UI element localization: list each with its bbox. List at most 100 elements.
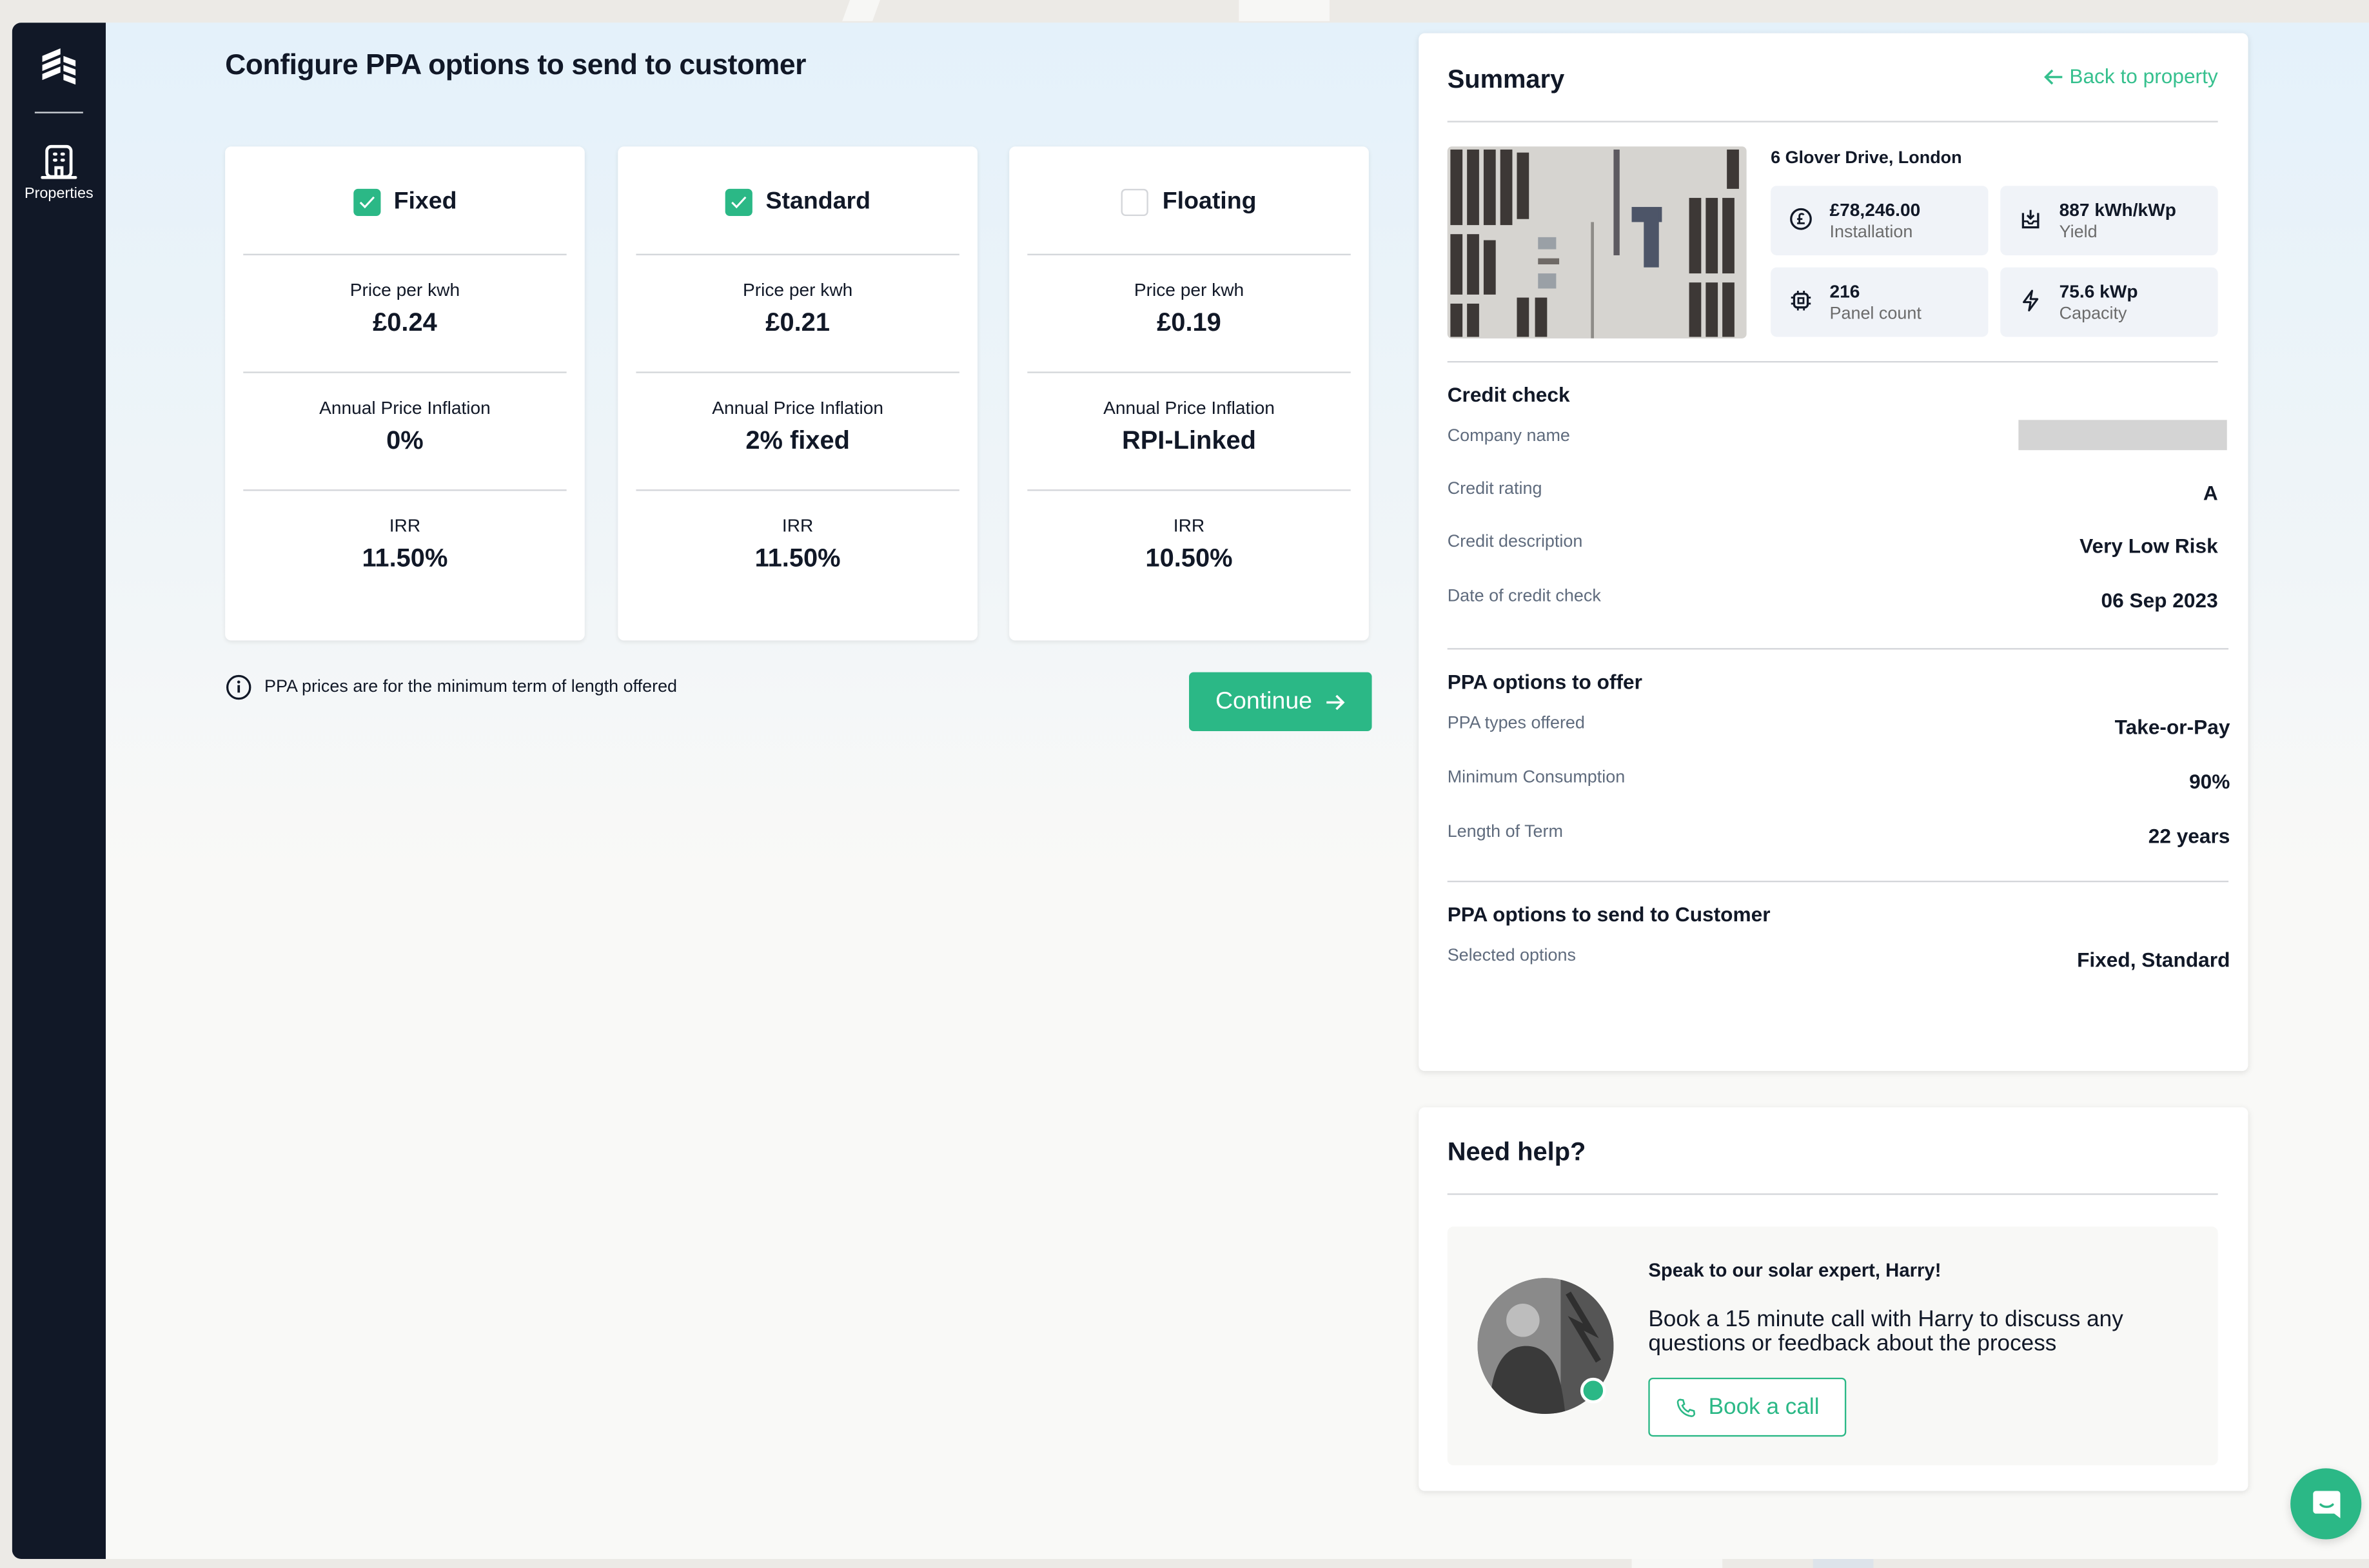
info-note-text: PPA prices are for the minimum term of l… — [264, 678, 678, 697]
irr-value: 11.50% — [362, 544, 448, 573]
company-name-label: Company name — [1447, 427, 1570, 446]
back-to-property-link[interactable]: Back to property — [2042, 64, 2218, 88]
option-card-floating: Floating Price per kwh £0.19 Annual Price… — [1009, 146, 1369, 641]
checkmark-icon — [731, 195, 747, 208]
stat-value: 75.6 kWp — [2059, 280, 2138, 302]
irr-label: IRR — [781, 514, 814, 536]
yield-download-icon — [2021, 210, 2040, 229]
company-logo-icon[interactable] — [39, 45, 79, 85]
option-name: Standard — [765, 188, 871, 214]
price-value: £0.19 — [1157, 308, 1221, 337]
property-aerial-image — [1447, 146, 1747, 338]
arrow-right-icon — [1326, 694, 1344, 710]
book-call-label: Book a call — [1708, 1394, 1820, 1420]
min-consumption-value: 90% — [2189, 770, 2230, 794]
stat-capacity: 75.6 kWp Capacity — [2000, 267, 2218, 337]
irr-label: IRR — [389, 514, 421, 536]
stat-label: Installation — [1829, 223, 1913, 242]
option-card-standard: Standard Price per kwh £0.21 Annual Price… — [618, 146, 978, 641]
price-label: Price per kwh — [1134, 279, 1244, 301]
option-card-fixed: Fixed Price per kwh £0.24 Annual Price In… — [225, 146, 585, 641]
help-body: Book a 15 minute call with Harry to disc… — [1648, 1306, 2123, 1357]
help-heading: Speak to our solar expert, Harry! — [1648, 1260, 1941, 1281]
chip-icon — [1791, 291, 1811, 311]
continue-label: Continue — [1215, 688, 1313, 714]
credit-date-label: Date of credit check — [1447, 587, 1601, 606]
info-note: PPA prices are for the minimum term of l… — [225, 674, 677, 701]
standard-checkbox[interactable] — [725, 188, 752, 215]
phone-icon — [1676, 1398, 1695, 1416]
divider — [1447, 880, 2229, 883]
info-icon — [226, 674, 251, 700]
help-panel: Need help? Speak to our solar expert, Ha… — [1419, 1107, 2248, 1491]
stat-installation: £78,246.00 Installation — [1771, 186, 1989, 255]
credit-rating-label: Credit rating — [1447, 480, 1542, 499]
divider — [1447, 121, 2218, 122]
irr-value: 11.50% — [754, 544, 841, 573]
ppa-types-label: PPA types offered — [1447, 714, 1585, 733]
inflation-label: Annual Price Inflation — [319, 397, 491, 419]
divider — [1447, 360, 2218, 363]
inflation-value: 0% — [386, 426, 424, 455]
stat-value: £78,246.00 — [1829, 199, 1921, 221]
price-label: Price per kwh — [742, 279, 853, 301]
inflation-value: 2% fixed — [745, 426, 850, 455]
stat-label: Yield — [2059, 223, 2098, 242]
sidebar: Properties — [12, 23, 106, 1559]
divider — [1447, 1193, 2218, 1195]
sidebar-item-label: Properties — [24, 186, 93, 202]
pound-icon — [1790, 208, 1812, 230]
option-name: Fixed — [393, 188, 457, 214]
chat-launcher-button[interactable] — [2290, 1468, 2362, 1540]
floating-checkbox[interactable] — [1121, 188, 1149, 215]
ppa-types-value: Take-or-Pay — [2114, 716, 2230, 739]
price-value: £0.21 — [765, 308, 830, 337]
stat-value: 887 kWh/kWp — [2059, 199, 2176, 221]
price-value: £0.24 — [373, 308, 437, 337]
fixed-checkbox[interactable] — [353, 188, 380, 215]
term-length-value: 22 years — [2148, 825, 2230, 848]
ppa-offer-title: PPA options to offer — [1447, 671, 1642, 694]
irr-value: 10.50% — [1145, 544, 1233, 573]
expert-box: Speak to our solar expert, Harry! Book a… — [1447, 1226, 2218, 1465]
inflation-value: RPI-Linked — [1121, 426, 1257, 455]
lightning-icon — [2023, 289, 2039, 312]
inflation-label: Annual Price Inflation — [712, 397, 884, 419]
stat-value: 216 — [1829, 280, 1860, 302]
credit-description-label: Credit description — [1447, 533, 1583, 552]
summary-title: Summary — [1447, 64, 1565, 94]
option-name: Floating — [1162, 188, 1257, 214]
selected-options-label: Selected options — [1447, 947, 1576, 966]
credit-check-title: Credit check — [1447, 384, 1570, 407]
credit-rating-value: A — [2203, 482, 2218, 505]
online-status-dot — [1580, 1377, 1606, 1404]
price-label: Price per kwh — [349, 279, 460, 301]
back-link-label: Back to property — [2069, 64, 2218, 88]
sidebar-divider — [34, 112, 83, 113]
checkmark-icon — [359, 195, 375, 208]
stat-label: Capacity — [2059, 305, 2127, 324]
continue-button[interactable]: Continue — [1189, 672, 1372, 732]
book-call-button[interactable]: Book a call — [1648, 1377, 1847, 1437]
selected-options-value: Fixed, Standard — [2077, 948, 2230, 972]
credit-date-value: 06 Sep 2023 — [2101, 589, 2218, 612]
divider — [1447, 648, 2229, 650]
page-title: Configure PPA options to send to custome… — [225, 50, 807, 82]
term-length-label: Length of Term — [1447, 823, 1563, 842]
sidebar-item-properties[interactable]: Properties — [12, 144, 106, 202]
stat-yield: 887 kWh/kWp Yield — [2000, 186, 2218, 255]
min-consumption-label: Minimum Consumption — [1447, 769, 1626, 787]
arrow-left-icon — [2043, 68, 2062, 84]
irr-label: IRR — [1173, 514, 1205, 536]
help-title: Need help? — [1447, 1137, 1586, 1166]
stat-label: Panel count — [1829, 305, 1922, 324]
property-address: 6 Glover Drive, London — [1771, 149, 1962, 168]
summary-panel: Summary Back to property 6 Glover Drive,… — [1419, 33, 2248, 1072]
building-icon — [41, 144, 77, 179]
ppa-send-title: PPA options to send to Customer — [1447, 903, 1771, 926]
app-window: Properties Configure PPA options to send… — [12, 23, 2369, 1559]
stat-panel-count: 216 Panel count — [1771, 267, 1989, 337]
credit-description-value: Very Low Risk — [2079, 534, 2218, 558]
inflation-label: Annual Price Inflation — [1103, 397, 1275, 419]
company-name-redacted — [2018, 420, 2227, 451]
